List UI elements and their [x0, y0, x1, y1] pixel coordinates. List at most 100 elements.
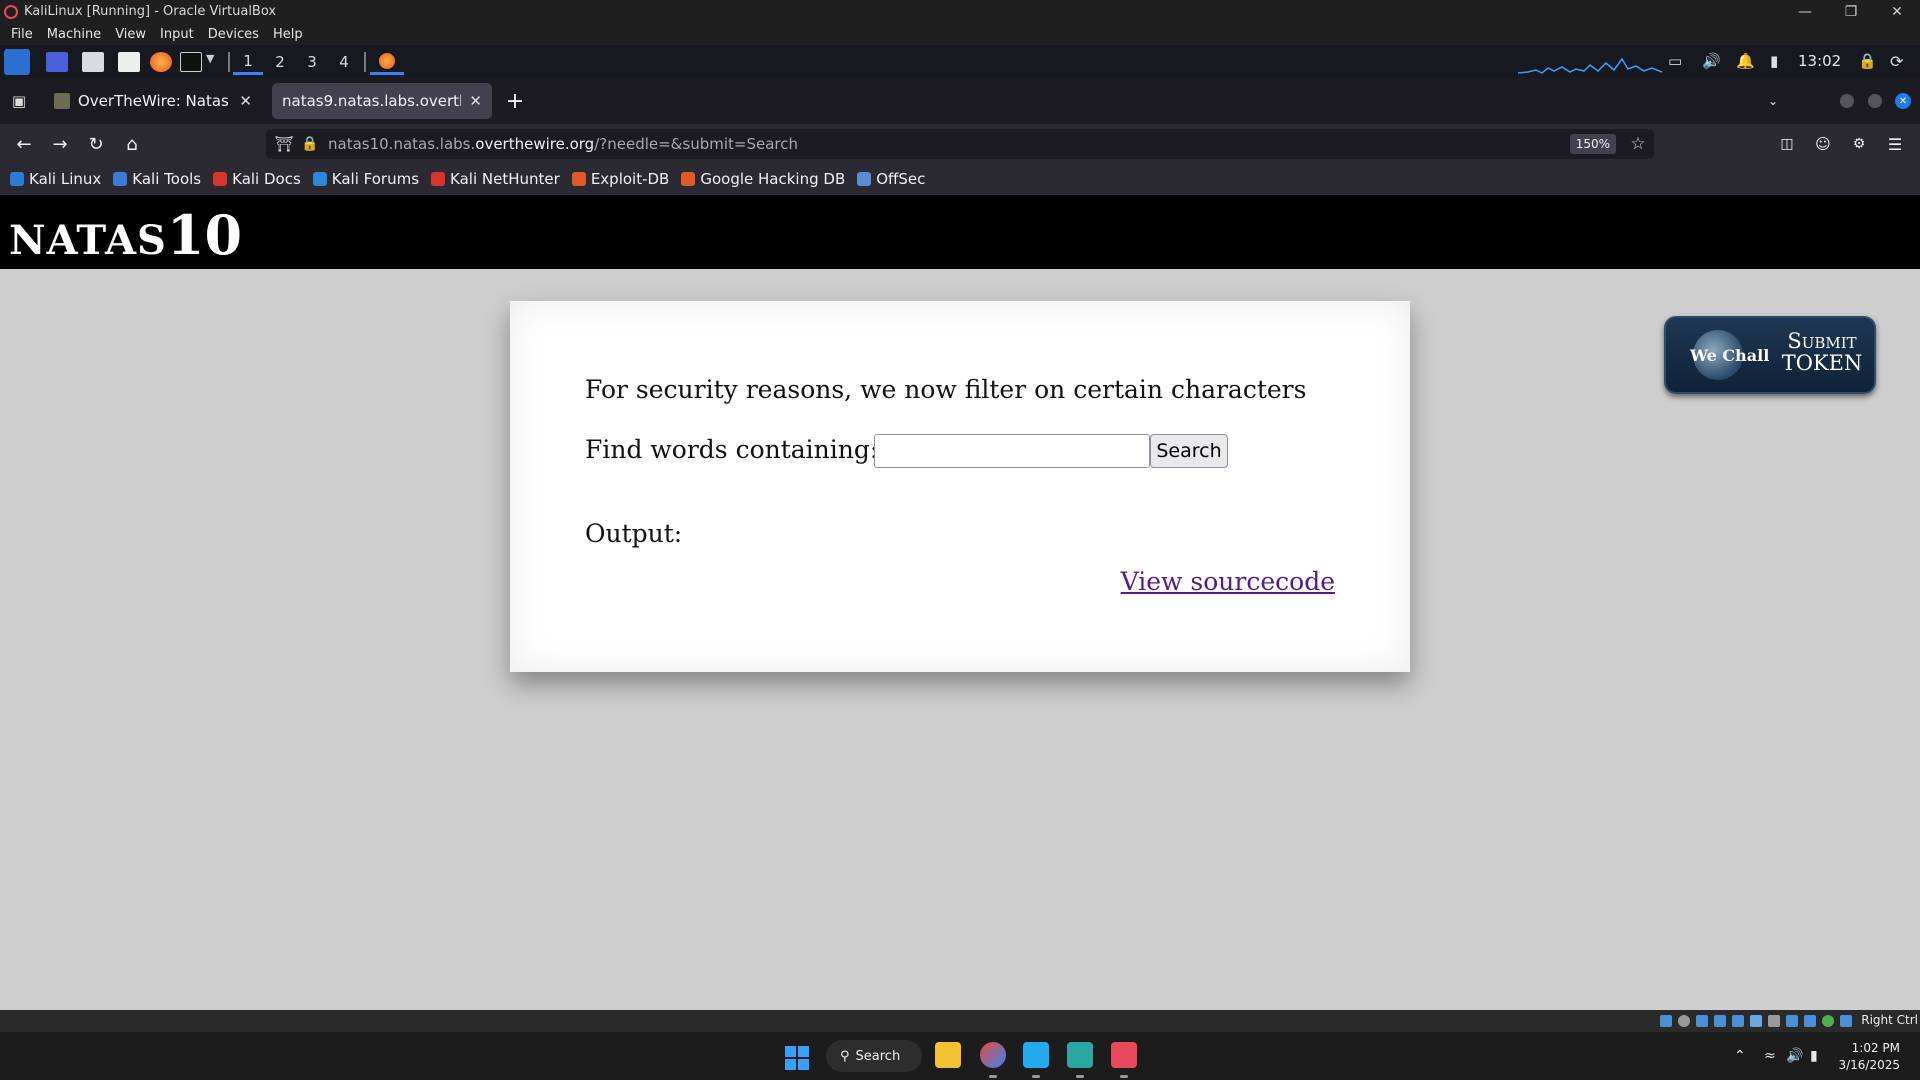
workspace-1[interactable]: 1 — [233, 49, 263, 75]
new-tab-icon[interactable]: + — [502, 88, 528, 114]
file-manager-icon[interactable] — [82, 52, 104, 72]
bookmark-offsec[interactable]: OffSec — [857, 170, 925, 188]
wechall-submit-token-button[interactable]: We Chall Submit TOKEN — [1664, 316, 1876, 394]
bookmark-kali-forums[interactable]: Kali Forums — [312, 170, 419, 188]
bookmark-kali-tools[interactable]: Kali Tools — [113, 170, 201, 188]
search-button[interactable]: Search — [1150, 434, 1228, 468]
restore-icon[interactable]: ❐ — [1828, 0, 1874, 23]
url-prefix: natas10.natas.labs. — [328, 135, 476, 153]
close-window-icon[interactable]: ✕ — [1874, 0, 1920, 23]
taskbar-search-box[interactable]: ⚲ Search — [826, 1040, 922, 1072]
menu-help[interactable]: Help — [266, 27, 310, 42]
kali-forums-icon — [312, 172, 327, 186]
firefox-icon — [379, 52, 395, 69]
menu-machine[interactable]: Machine — [40, 27, 108, 42]
firefox-view-icon[interactable]: ▣ — [8, 90, 30, 112]
virtualbox-taskbar-icon[interactable] — [1111, 1042, 1137, 1068]
pocket-icon[interactable]: ◫ — [1773, 130, 1801, 158]
maximize-icon[interactable] — [1868, 94, 1882, 108]
ghdb-icon — [681, 172, 696, 186]
account-icon[interactable]: ☺ — [1809, 130, 1837, 158]
cpu-graph — [1518, 57, 1662, 74]
close-tab-icon[interactable]: ✕ — [469, 92, 482, 110]
volume-icon[interactable]: 🔊 — [1786, 1048, 1803, 1064]
tab-natas9[interactable]: natas9.natas.labs.overthewire.org ✕ — [272, 83, 492, 119]
chevron-down-icon[interactable]: ▼ — [206, 52, 228, 72]
bookmark-label: Kali Linux — [29, 170, 102, 188]
network-status-icon[interactable] — [1714, 1015, 1726, 1027]
workspace-4[interactable]: 4 — [329, 49, 359, 75]
submit-token-label: Submit TOKEN — [1772, 330, 1872, 374]
terminal-icon[interactable] — [180, 52, 202, 72]
shared-folders-icon[interactable] — [1750, 1015, 1762, 1027]
workspace-2[interactable]: 2 — [265, 49, 295, 75]
bookmark-kali-docs[interactable]: Kali Docs — [213, 170, 301, 188]
bookmark-exploit-db[interactable]: Exploit-DB — [571, 170, 669, 188]
bookmark-star-icon[interactable]: ☆ — [1628, 134, 1648, 154]
view-sourcecode-link[interactable]: View sourcecode — [1121, 567, 1335, 596]
clock-date: 3/16/2025 — [1838, 1058, 1900, 1072]
mouse-integration-icon[interactable] — [1822, 1015, 1834, 1027]
exploit-db-icon — [571, 172, 586, 186]
vscode-icon[interactable] — [1023, 1042, 1049, 1068]
power-icon[interactable]: ⟳ — [1890, 52, 1912, 72]
menu-devices[interactable]: Devices — [201, 27, 266, 42]
vt-status-icon[interactable] — [1804, 1015, 1816, 1027]
menu-file[interactable]: File — [4, 27, 40, 42]
minimize-icon[interactable]: — — [1782, 0, 1828, 23]
kali-docs-icon — [213, 172, 228, 186]
home-icon[interactable]: ⌂ — [118, 130, 146, 158]
bookmark-google-hacking-db[interactable]: Google Hacking DB — [681, 170, 845, 188]
url-text[interactable]: natas10.natas.labs.overthewire.org/?need… — [328, 135, 798, 153]
battery-icon[interactable]: ▮ — [1770, 52, 1792, 72]
firefox-icon[interactable] — [150, 52, 172, 72]
tab-natas-level[interactable]: OverTheWire: Natas Level 10 ✕ — [44, 83, 262, 119]
show-hidden-icons-chevron-icon[interactable]: ⌃ — [1734, 1048, 1746, 1064]
keyboard-capture-icon[interactable] — [1840, 1015, 1852, 1027]
optical-drive-icon[interactable] — [1678, 1015, 1690, 1027]
paint-app-icon[interactable] — [980, 1042, 1006, 1068]
close-window-icon[interactable]: ✕ — [1895, 93, 1911, 109]
forward-icon[interactable]: → — [46, 130, 74, 158]
display-status-icon[interactable] — [1768, 1015, 1780, 1027]
lock-icon[interactable]: 🔒 — [300, 134, 320, 154]
shield-icon[interactable]: ⛩ — [274, 134, 294, 154]
show-desktop-icon[interactable] — [46, 52, 68, 72]
menu-input[interactable]: Input — [153, 27, 201, 42]
hamburger-menu-icon[interactable]: ☰ — [1881, 130, 1909, 158]
extensions-icon[interactable]: ⚙ — [1845, 130, 1873, 158]
running-indicator — [1120, 1075, 1128, 1078]
taskbar-firefox-window[interactable] — [370, 49, 404, 75]
taskbar-clock[interactable]: 1:02 PM 3/16/2025 — [1838, 1040, 1900, 1074]
running-indicator — [1032, 1075, 1040, 1078]
bookmark-label: Kali NetHunter — [450, 170, 560, 188]
minimize-icon[interactable] — [1840, 94, 1854, 108]
back-icon[interactable]: ← — [10, 130, 38, 158]
close-tab-icon[interactable]: ✕ — [239, 92, 252, 110]
text-editor-icon[interactable] — [118, 52, 140, 72]
url-bar[interactable]: ⛩ 🔒 natas10.natas.labs.overthewire.org/?… — [266, 129, 1654, 159]
display-icon[interactable]: ▭ — [1668, 52, 1690, 72]
battery-icon[interactable]: ▮ — [1810, 1048, 1818, 1064]
notification-bell-icon[interactable]: 🔔 — [1736, 52, 1758, 72]
list-all-tabs-icon[interactable]: ⌄ — [1760, 88, 1786, 114]
audio-status-icon[interactable] — [1696, 1015, 1708, 1027]
kali-menu-icon[interactable] — [4, 49, 30, 75]
file-explorer-icon[interactable] — [935, 1042, 961, 1068]
app-icon[interactable] — [1067, 1042, 1093, 1068]
lock-icon[interactable]: 🔒 — [1858, 52, 1880, 72]
usb-status-icon[interactable] — [1732, 1015, 1744, 1027]
hdd-status-icon[interactable] — [1660, 1015, 1672, 1027]
windows-start-icon[interactable] — [785, 1046, 809, 1070]
panel-clock[interactable]: 13:02 — [1798, 52, 1841, 70]
wifi-icon[interactable]: ≈ — [1764, 1048, 1776, 1064]
zoom-level-badge[interactable]: 150% — [1569, 134, 1616, 154]
bookmark-kali-nethunter[interactable]: Kali NetHunter — [431, 170, 560, 188]
workspace-3[interactable]: 3 — [297, 49, 327, 75]
bookmark-kali-linux[interactable]: Kali Linux — [10, 170, 101, 188]
menu-view[interactable]: View — [108, 27, 153, 42]
volume-icon[interactable]: 🔊 — [1702, 52, 1724, 72]
needle-search-input[interactable] — [874, 434, 1150, 468]
reload-icon[interactable]: ↻ — [82, 130, 110, 158]
recording-status-icon[interactable] — [1786, 1015, 1798, 1027]
